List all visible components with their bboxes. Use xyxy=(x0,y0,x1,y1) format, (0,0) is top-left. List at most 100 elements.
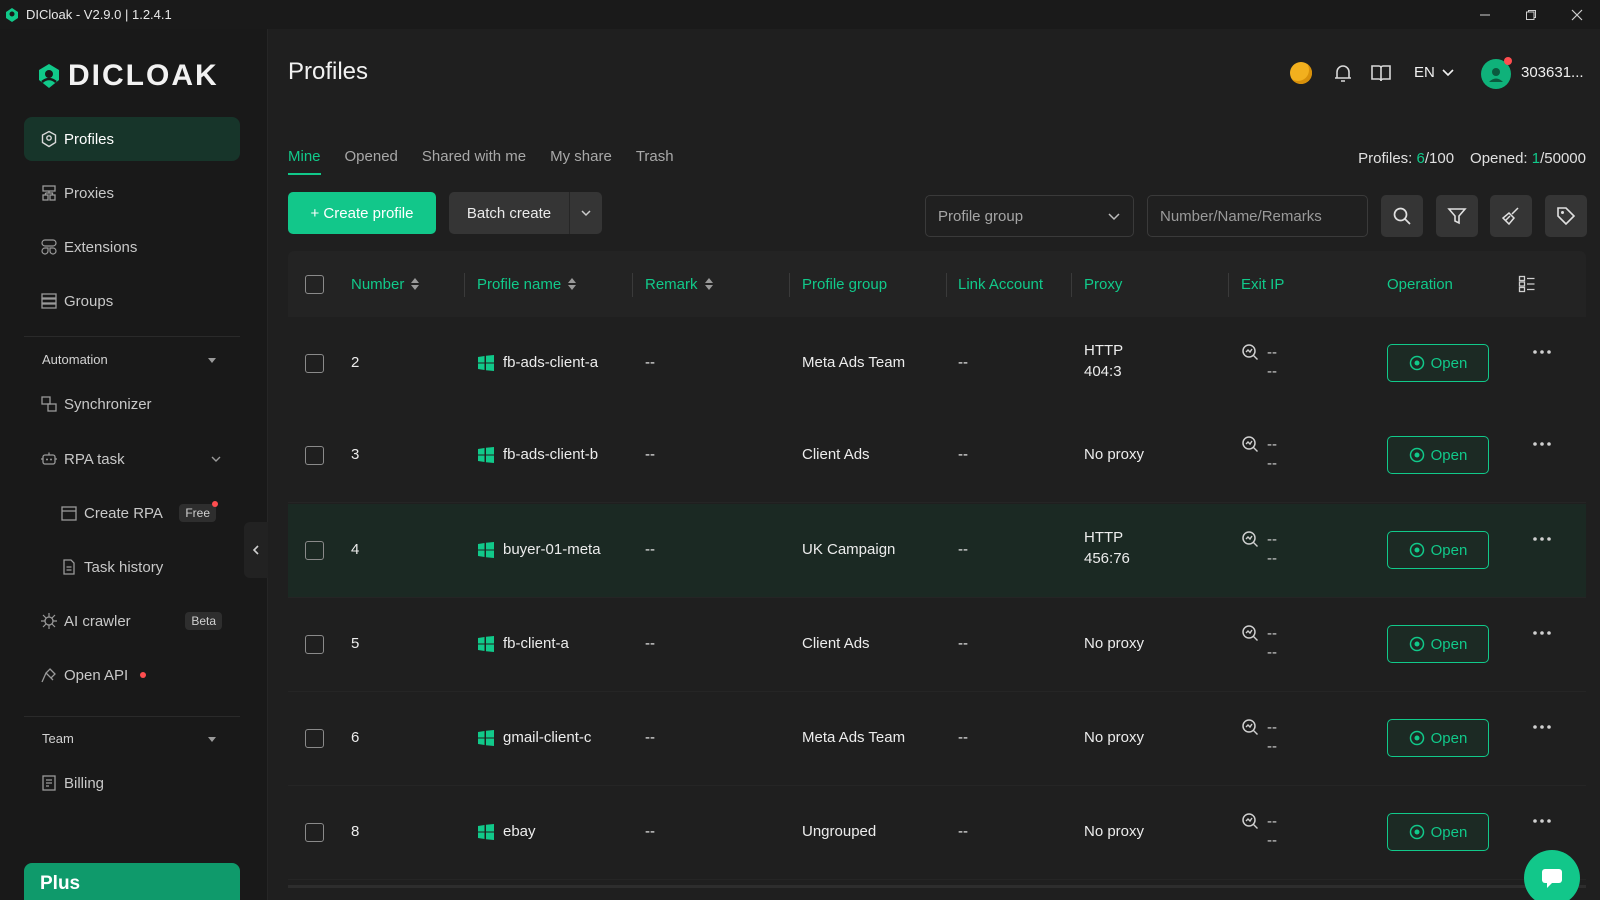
table-row[interactable]: 4 buyer-01-meta -- UK Campaign -- HTTP 4… xyxy=(288,504,1586,598)
profiles-table: Number Profile name Remark Profile group… xyxy=(288,251,1586,888)
profile-name-cell[interactable]: gmail-client-c xyxy=(477,729,591,746)
batch-create-button[interactable]: Batch create xyxy=(449,192,602,234)
sidebar-item-rpa-task[interactable]: RPA task xyxy=(24,437,240,481)
tab-trash[interactable]: Trash xyxy=(636,148,674,175)
clean-button[interactable] xyxy=(1490,195,1532,237)
sort-icon[interactable] xyxy=(567,277,577,291)
profile-name-cell[interactable]: ebay xyxy=(477,823,536,840)
tab-opened[interactable]: Opened xyxy=(345,148,398,175)
restore-button[interactable] xyxy=(1508,0,1554,29)
column-profile-name[interactable]: Profile name xyxy=(477,251,577,317)
profile-name-cell[interactable]: fb-ads-client-b xyxy=(477,446,598,463)
tag-button[interactable] xyxy=(1545,195,1587,237)
caret-down-icon[interactable] xyxy=(206,354,218,366)
select-all-checkbox[interactable] xyxy=(305,251,324,317)
table-row[interactable]: 2 fb-ads-client-a -- Meta Ads Team -- HT… xyxy=(288,317,1586,411)
book-icon[interactable] xyxy=(1370,62,1392,84)
table-row[interactable]: 3 fb-ads-client-b -- Client Ads -- No pr… xyxy=(288,409,1586,503)
row-checkbox-cell xyxy=(305,635,324,654)
sidebar-item-open-api[interactable]: Open API xyxy=(24,653,240,697)
section-automation[interactable]: Automation xyxy=(42,352,108,367)
ip-check-icon[interactable] xyxy=(1241,530,1259,548)
more-options-button[interactable] xyxy=(1532,441,1552,447)
profile-group-select[interactable]: Profile group xyxy=(925,195,1134,237)
column-settings-button[interactable] xyxy=(1518,251,1536,317)
create-profile-button[interactable]: + Create profile xyxy=(288,192,436,234)
ip-check-icon[interactable] xyxy=(1241,812,1259,830)
plan-card[interactable]: Plus xyxy=(24,863,240,900)
robot-icon xyxy=(41,452,57,465)
profile-name-cell[interactable]: fb-client-a xyxy=(477,635,569,652)
section-team[interactable]: Team xyxy=(42,731,74,746)
sidebar-item-proxies[interactable]: Proxies xyxy=(24,171,240,215)
column-number[interactable]: Number xyxy=(351,251,420,317)
tab-mine[interactable]: Mine xyxy=(288,148,321,175)
proxy-type: No proxy xyxy=(1084,446,1145,463)
open-profile-button[interactable]: Open xyxy=(1387,531,1489,569)
table-row[interactable]: 6 gmail-client-c -- Meta Ads Team -- No … xyxy=(288,692,1586,786)
row-checkbox[interactable] xyxy=(305,446,324,465)
table-row[interactable]: 5 fb-client-a -- Client Ads -- No proxy … xyxy=(288,598,1586,692)
close-button[interactable] xyxy=(1554,0,1600,29)
profile-name-cell[interactable]: fb-ads-client-a xyxy=(477,354,598,371)
sidebar-item-extensions[interactable]: Extensions xyxy=(24,225,240,269)
sidebar-item-ai-crawler[interactable]: AI crawler Beta xyxy=(24,599,240,643)
sidebar-item-billing[interactable]: Billing xyxy=(24,761,240,805)
caret-down-icon[interactable] xyxy=(206,733,218,745)
window-title: DICloak - V2.9.0 | 1.2.4.1 xyxy=(26,7,172,22)
sort-icon[interactable] xyxy=(410,277,420,291)
filter-button[interactable] xyxy=(1436,195,1478,237)
table-row[interactable]: 8 ebay -- Ungrouped -- No proxy -- -- Op… xyxy=(288,786,1586,880)
more-options-button[interactable] xyxy=(1532,818,1552,824)
link-account: -- xyxy=(958,541,968,558)
bell-icon[interactable] xyxy=(1332,62,1354,84)
chat-button[interactable] xyxy=(1524,850,1580,900)
tab-my-share[interactable]: My share xyxy=(550,148,612,175)
batch-create-dropdown[interactable] xyxy=(570,207,602,219)
sort-icon[interactable] xyxy=(704,277,714,291)
row-checkbox[interactable] xyxy=(305,823,324,842)
language-selector[interactable]: EN xyxy=(1414,64,1455,81)
open-profile-button[interactable]: Open xyxy=(1387,625,1489,663)
user-id[interactable]: 303631... xyxy=(1521,64,1584,81)
row-checkbox[interactable] xyxy=(305,541,324,560)
avatar[interactable] xyxy=(1481,57,1512,89)
column-remark[interactable]: Remark xyxy=(645,251,714,317)
horizontal-scrollbar[interactable] xyxy=(288,885,1586,888)
search-input[interactable] xyxy=(1147,195,1368,237)
checkbox[interactable] xyxy=(305,274,324,294)
column-operation: Operation xyxy=(1387,251,1453,317)
sidebar-item-profiles[interactable]: Profiles xyxy=(24,117,240,161)
sidebar-item-groups[interactable]: Groups xyxy=(24,279,240,323)
row-checkbox[interactable] xyxy=(305,729,324,748)
sidebar-item-create-rpa[interactable]: Create RPA Free xyxy=(44,491,234,535)
sidebar-item-task-history[interactable]: Task history xyxy=(44,545,234,589)
chevron-down-icon xyxy=(211,456,221,462)
more-options-button[interactable] xyxy=(1532,724,1552,730)
open-profile-button[interactable]: Open xyxy=(1387,813,1489,851)
open-profile-button[interactable]: Open xyxy=(1387,719,1489,757)
row-checkbox[interactable] xyxy=(305,635,324,654)
sidebar-item-synchronizer[interactable]: Synchronizer xyxy=(24,382,240,426)
batch-create-label[interactable]: Batch create xyxy=(449,192,570,234)
more-options-button[interactable] xyxy=(1532,536,1552,542)
ip-check-icon[interactable] xyxy=(1241,718,1259,736)
row-checkbox[interactable] xyxy=(305,354,324,373)
open-cell: Open xyxy=(1387,531,1489,569)
ip-check-icon[interactable] xyxy=(1241,624,1259,642)
more-options-button[interactable] xyxy=(1532,349,1552,355)
ip-check-icon[interactable] xyxy=(1241,343,1259,361)
column-profile-group: Profile group xyxy=(802,251,887,317)
link-account: -- xyxy=(958,446,968,463)
profile-name: fb-ads-client-a xyxy=(503,354,599,371)
open-profile-button[interactable]: Open xyxy=(1387,344,1489,382)
collapse-sidebar-button[interactable] xyxy=(244,522,268,578)
search-button[interactable] xyxy=(1381,195,1423,237)
ip-check-icon[interactable] xyxy=(1241,435,1259,453)
profile-name-cell[interactable]: buyer-01-meta xyxy=(477,541,601,558)
open-profile-button[interactable]: Open xyxy=(1387,436,1489,474)
minimize-button[interactable] xyxy=(1462,0,1508,29)
more-options-button[interactable] xyxy=(1532,630,1552,636)
tab-shared-with-me[interactable]: Shared with me xyxy=(422,148,526,175)
coin-icon[interactable] xyxy=(1290,62,1312,84)
